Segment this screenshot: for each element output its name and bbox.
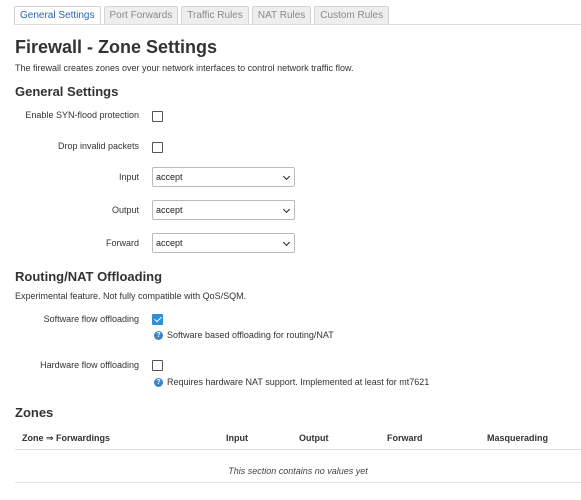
drop-invalid-checkbox[interactable] [152,142,163,153]
general-settings-heading: General Settings [15,84,119,99]
input-select-value: accept [156,172,183,182]
input-select[interactable]: accept [152,167,295,187]
hardware-offload-label: Hardware flow offloading [40,360,139,370]
hardware-offload-hint-text: Requires hardware NAT support. Implement… [167,377,430,387]
hardware-offload-checkbox[interactable] [152,360,163,371]
column-zone-forwardings: Zone ⇒ Forwardings [22,433,111,443]
drop-invalid-label: Drop invalid packets [57,141,139,151]
info-icon: ? [154,330,163,340]
tab-traffic-rules[interactable]: Traffic Rules [181,6,249,25]
chevron-down-icon [282,238,291,247]
chevron-down-icon [282,205,291,214]
page-title: Firewall - Zone Settings [15,37,218,57]
tab-nat-rules[interactable]: NAT Rules [251,6,312,25]
software-offload-checkbox[interactable] [152,314,163,325]
zones-table-header: Zone ⇒ Forwardings Input Output Forward … [15,427,581,450]
software-offload-hint-text: Software based offloading for routing/NA… [167,330,334,340]
input-label: Input [118,172,139,182]
syn-flood-label: Enable SYN-flood protection [25,110,139,120]
tab-port-forwards[interactable]: Port Forwards [103,6,179,25]
syn-flood-checkbox[interactable] [152,111,163,122]
output-label: Output [111,205,139,215]
output-select-value: accept [156,205,183,215]
output-select[interactable]: accept [152,200,295,220]
column-forward: Forward [387,433,423,443]
page-description: The firewall creates zones over your net… [15,63,354,73]
tab-divider [14,24,581,25]
column-input: Input [226,433,248,443]
column-masquerading: Masquerading [487,433,549,443]
column-output: Output [299,433,329,443]
zones-table-divider [15,482,581,483]
software-offload-hint: ? Software based offloading for routing/… [154,330,334,340]
info-icon: ? [154,377,163,387]
offloading-heading: Routing/NAT Offloading [15,269,163,284]
tab-bar: General Settings Port Forwards Traffic R… [14,6,390,25]
tab-general-settings[interactable]: General Settings [14,6,101,25]
software-offload-label: Software flow offloading [43,314,139,324]
offloading-description: Experimental feature. Not fully compatib… [15,291,247,301]
zones-empty-message: This section contains no values yet [228,466,368,476]
chevron-down-icon [282,172,291,181]
tab-custom-rules[interactable]: Custom Rules [314,6,390,25]
zones-heading: Zones [15,405,54,420]
forward-select[interactable]: accept [152,233,295,253]
forward-select-value: accept [156,238,183,248]
hardware-offload-hint: ? Requires hardware NAT support. Impleme… [154,377,429,387]
forward-label: Forward [105,238,139,248]
